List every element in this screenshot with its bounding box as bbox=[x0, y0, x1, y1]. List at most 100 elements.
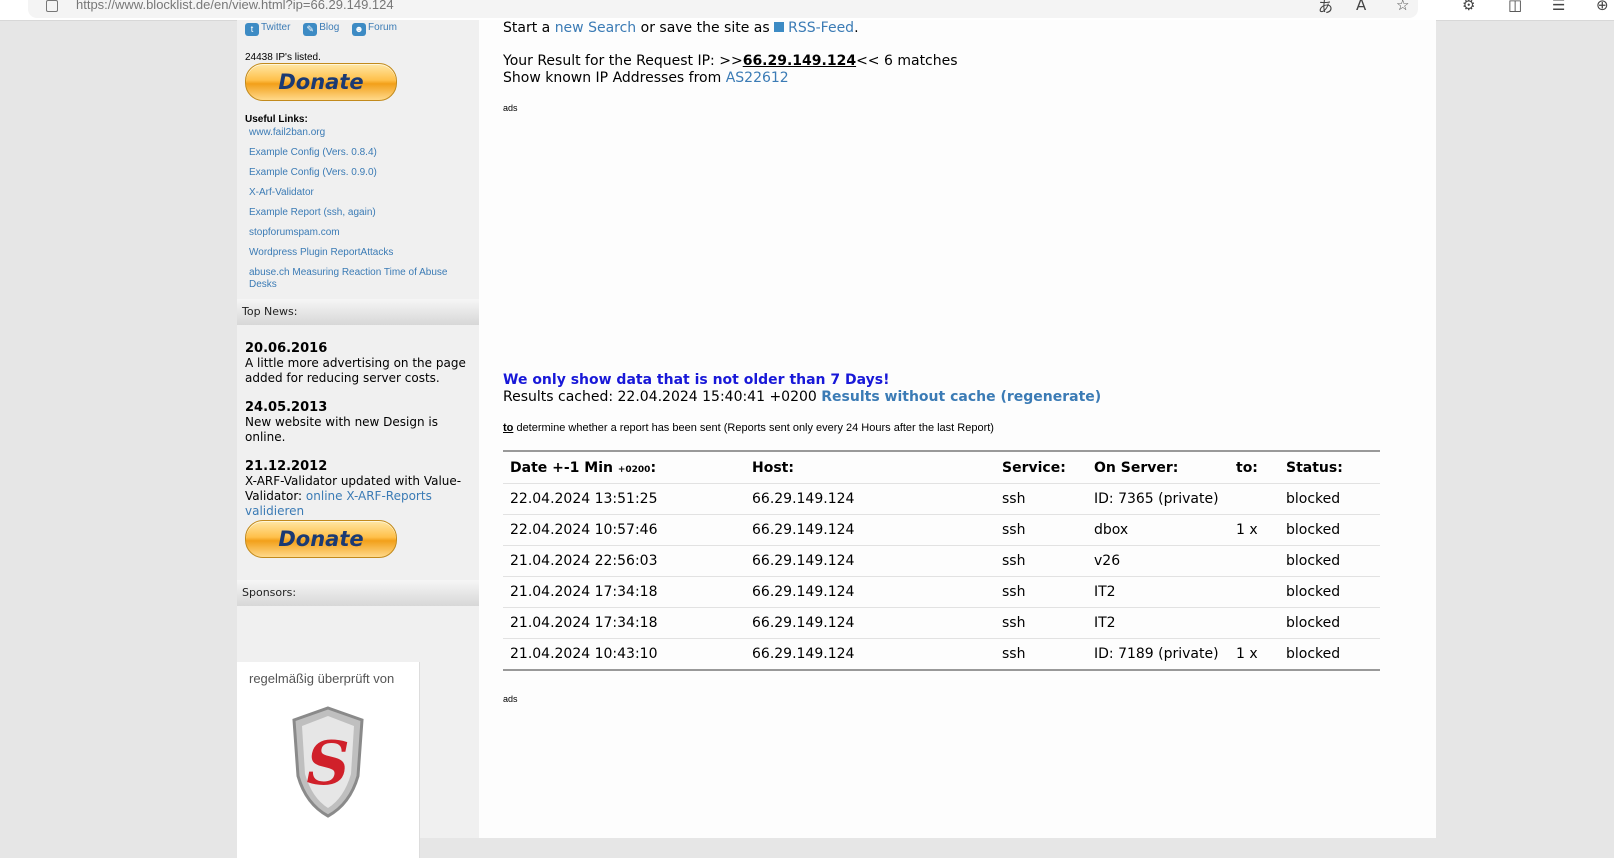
news-list: 20.06.2016 A little more advertising on … bbox=[245, 341, 475, 533]
cell-server: ID: 7189 (private) bbox=[1087, 638, 1229, 670]
col-status: Status: bbox=[1286, 459, 1343, 476]
read-aloud-icon[interactable]: A bbox=[1356, 0, 1366, 14]
blog-icon: ✎ bbox=[303, 23, 318, 36]
table-row: 22.04.2024 10:57:46 66.29.149.124 ssh db… bbox=[503, 514, 1380, 546]
cell-server: v26 bbox=[1087, 545, 1229, 577]
results-table: Date +-1 Min +0200: Host: Service: On Se… bbox=[503, 450, 1380, 671]
table-row: 21.04.2024 17:34:18 66.29.149.124 ssh IT… bbox=[503, 607, 1380, 639]
note-text: determine whether a report has been sent… bbox=[513, 422, 994, 434]
blog-link[interactable]: ✎ Blog bbox=[303, 22, 339, 36]
news-item: 21.12.2012 X-ARF-Validator updated with … bbox=[245, 459, 475, 519]
main-content: Start a new Search or save the site as R… bbox=[479, 20, 1436, 838]
col-server: On Server: bbox=[1094, 459, 1179, 476]
useful-link-abuse-ch[interactable]: abuse.ch Measuring Reaction Time of Abus… bbox=[249, 267, 459, 291]
useful-links-title: Useful Links: bbox=[245, 114, 308, 125]
blog-label[interactable]: Blog bbox=[319, 22, 339, 33]
result-line-post: << 6 matches bbox=[856, 53, 958, 69]
news-item: 20.06.2016 A little more advertising on … bbox=[245, 341, 475, 386]
split-screen-icon[interactable]: ◫ bbox=[1508, 0, 1522, 14]
table-row: 21.04.2024 17:34:18 66.29.149.124 ssh IT… bbox=[503, 576, 1380, 608]
useful-link-wordpress-plugin[interactable]: Wordpress Plugin ReportAttacks bbox=[249, 247, 459, 259]
useful-link-stopforumspam[interactable]: stopforumspam.com bbox=[249, 227, 459, 239]
col-date-label: Date +-1 Min bbox=[510, 459, 618, 476]
cell-service: ssh bbox=[995, 514, 1087, 546]
rss-icon bbox=[774, 22, 785, 32]
result-line: Your Result for the Request IP: >>66.29.… bbox=[503, 53, 958, 69]
rss-feed-link[interactable]: RSS-Feed bbox=[788, 20, 854, 36]
cell-host: 66.29.149.124 bbox=[745, 483, 995, 515]
url-text[interactable]: https://www.blocklist.de/en/view.html?ip… bbox=[76, 0, 394, 12]
search-line-post: . bbox=[854, 20, 859, 36]
table-header-row: Date +-1 Min +0200: Host: Service: On Se… bbox=[503, 451, 1380, 484]
sponsor-badge[interactable]: regelmäßig überprüft von S bbox=[237, 662, 420, 858]
cell-date: 21.04.2024 10:43:10 bbox=[503, 638, 745, 670]
twitter-link[interactable]: t Twitter bbox=[245, 22, 290, 36]
cell-service: ssh bbox=[995, 483, 1087, 515]
twitter-label[interactable]: Twitter bbox=[261, 22, 290, 33]
cell-status: blocked bbox=[1279, 576, 1380, 608]
useful-link-fail2ban[interactable]: www.fail2ban.org bbox=[249, 127, 459, 139]
sidebar: t Twitter ✎ Blog ☻ Forum 24438 IP's listed.… bbox=[237, 20, 479, 858]
social-links: t Twitter ✎ Blog ☻ Forum bbox=[245, 22, 407, 36]
donate-button[interactable]: Donate bbox=[245, 63, 397, 101]
col-host: Host: bbox=[752, 459, 794, 476]
cell-date: 22.04.2024 10:57:46 bbox=[503, 514, 745, 546]
table-row: 21.04.2024 22:56:03 66.29.149.124 ssh v2… bbox=[503, 545, 1380, 577]
cell-service: ssh bbox=[995, 576, 1087, 608]
news-date: 20.06.2016 bbox=[245, 341, 328, 356]
news-date: 21.12.2012 bbox=[245, 459, 328, 474]
news-date: 24.05.2013 bbox=[245, 400, 328, 415]
cell-to: 1 x bbox=[1229, 638, 1279, 670]
forum-label[interactable]: Forum bbox=[368, 22, 397, 33]
cell-status: blocked bbox=[1279, 483, 1380, 515]
col-date: Date +-1 Min +0200: bbox=[503, 451, 745, 484]
new-search-link[interactable]: new Search bbox=[555, 20, 636, 36]
cell-to bbox=[1229, 483, 1279, 515]
search-line-mid: or save the site as bbox=[636, 20, 775, 36]
news-text: New website with new Design is online. bbox=[245, 415, 439, 444]
cell-host: 66.29.149.124 bbox=[745, 514, 995, 546]
donate-button-2[interactable]: Donate bbox=[245, 520, 397, 558]
result-line-pre: Your Result for the Request IP: >> bbox=[503, 53, 743, 69]
search-line-pre: Start a bbox=[503, 20, 555, 36]
cell-date: 21.04.2024 17:34:18 bbox=[503, 607, 745, 639]
cell-host: 66.29.149.124 bbox=[745, 638, 995, 670]
useful-link-xarf-validator[interactable]: X-Arf-Validator bbox=[249, 187, 459, 199]
cell-status: blocked bbox=[1279, 607, 1380, 639]
requested-ip[interactable]: 66.29.149.124 bbox=[743, 53, 856, 69]
table-row: 22.04.2024 13:51:25 66.29.149.124 ssh ID… bbox=[503, 483, 1380, 515]
useful-link-config-084[interactable]: Example Config (Vers. 0.8.4) bbox=[249, 147, 459, 159]
regenerate-link[interactable]: Results without cache (regenerate) bbox=[821, 389, 1101, 405]
twitter-icon: t bbox=[245, 23, 259, 36]
data-age-warning: We only show data that is not older than… bbox=[503, 372, 890, 388]
cell-status: blocked bbox=[1279, 514, 1380, 546]
col-date-tz: +0200 bbox=[617, 464, 651, 475]
col-to: to: bbox=[1236, 459, 1258, 476]
cell-service: ssh bbox=[995, 638, 1087, 670]
url-path: /en/view.html?ip=66.29.149.124 bbox=[210, 0, 394, 12]
useful-link-config-090[interactable]: Example Config (Vers. 0.9.0) bbox=[249, 167, 459, 179]
cell-status: blocked bbox=[1279, 638, 1380, 670]
as-link[interactable]: AS22612 bbox=[726, 70, 789, 86]
sponsors-header: Sponsors: bbox=[237, 580, 479, 606]
site-info-icon[interactable] bbox=[46, 0, 58, 12]
known-ip-line: Show known IP Addresses from AS22612 bbox=[503, 70, 789, 86]
address-bar[interactable]: https://www.blocklist.de/en/view.html?ip… bbox=[28, 0, 1418, 18]
ads-label-top: ads bbox=[503, 103, 518, 113]
extensions-icon[interactable]: ⚙ bbox=[1462, 0, 1475, 14]
cell-to: 1 x bbox=[1229, 514, 1279, 546]
favorites-list-icon[interactable]: ☰ bbox=[1552, 0, 1565, 14]
translate-icon[interactable]: あ bbox=[1318, 0, 1333, 17]
listed-count: 24438 IP's listed. bbox=[245, 52, 321, 63]
useful-link-example-report[interactable]: Example Report (ssh, again) bbox=[249, 207, 459, 219]
forum-link[interactable]: ☻ Forum bbox=[352, 22, 397, 36]
note-to-label: to bbox=[503, 422, 514, 434]
table-row: 21.04.2024 10:43:10 66.29.149.124 ssh ID… bbox=[503, 638, 1380, 670]
cached-timestamp: Results cached: 22.04.2024 15:40:41 +020… bbox=[503, 389, 822, 405]
col-service: Service: bbox=[1002, 459, 1066, 476]
cache-line: Results cached: 22.04.2024 15:40:41 +020… bbox=[503, 389, 1101, 405]
ads-label-bottom: ads bbox=[503, 694, 518, 704]
favorite-star-icon[interactable]: ☆ bbox=[1396, 0, 1409, 14]
sponsor-badge-text: regelmäßig überprüft von bbox=[249, 671, 395, 686]
collections-icon[interactable]: ⊕ bbox=[1596, 0, 1609, 14]
